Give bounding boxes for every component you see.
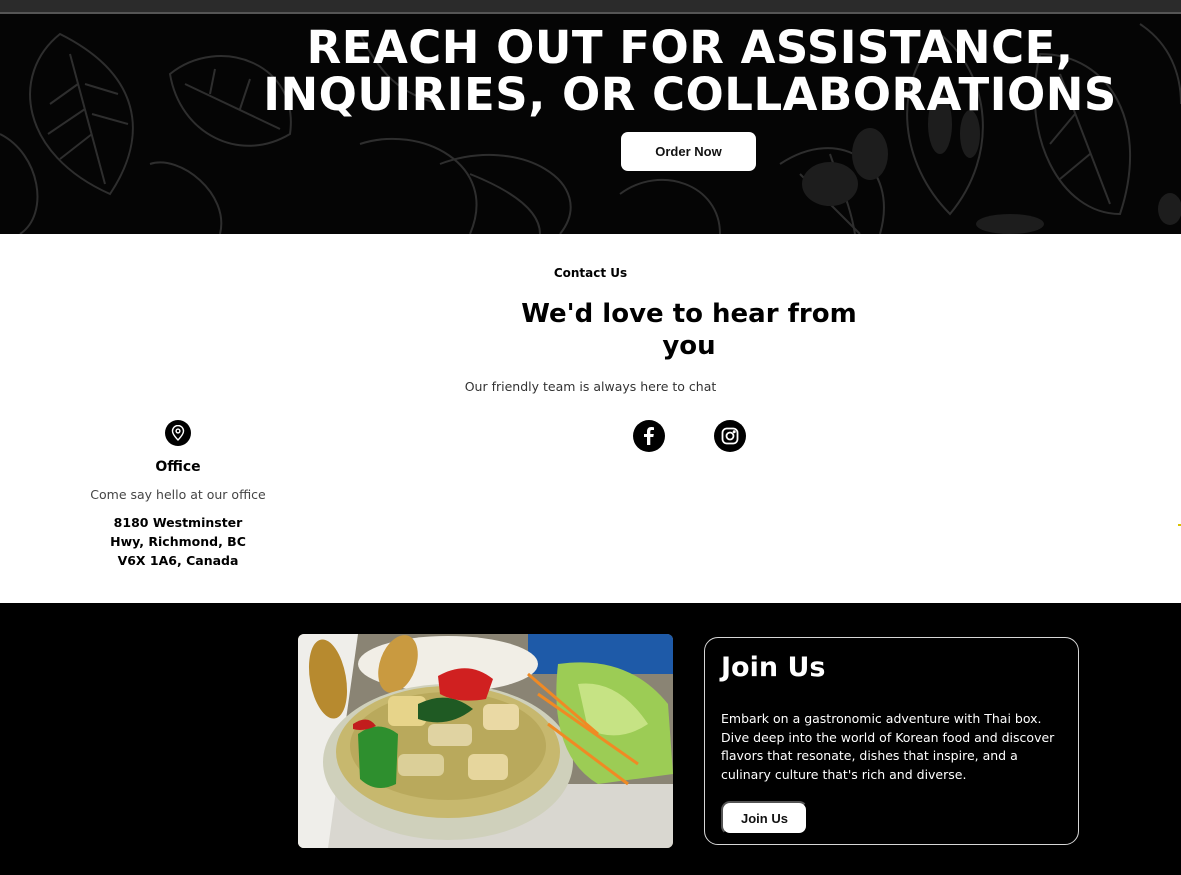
join-us-description: Embark on a gastronomic adventure with T…	[721, 711, 1055, 783]
facebook-link[interactable]	[633, 420, 665, 452]
green-curry-dish-image	[298, 634, 673, 848]
facebook-icon	[644, 427, 654, 445]
office-title: Office	[155, 459, 201, 475]
hero-banner: REACH OUT FOR ASSISTANCE, INQUIRIES, OR …	[0, 14, 1181, 234]
food-photo	[298, 634, 673, 848]
contact-eyebrow: Contact Us	[553, 266, 628, 280]
hero-title-line-2: INQUIRIES, OR COLLABORATIONS	[263, 68, 1117, 121]
contact-section: Contact Us We'd love to hear from you Ou…	[0, 234, 1181, 603]
instagram-link[interactable]	[714, 420, 746, 452]
office-address: 8180 Westminster Hwy, Richmond, BC V6X 1…	[110, 515, 246, 568]
map-pin-icon	[171, 425, 185, 441]
join-us-title: Join Us	[721, 652, 826, 683]
join-us-button[interactable]: Join Us	[721, 801, 808, 835]
instagram-icon	[721, 427, 739, 445]
hero-title: REACH OUT FOR ASSISTANCE, INQUIRIES, OR …	[230, 24, 1150, 118]
contact-heading: We'd love to hear from you	[521, 299, 857, 361]
browser-top-bar	[0, 0, 1181, 14]
order-now-button[interactable]: Order Now	[621, 132, 756, 171]
office-info: Office Come say hello at our office 8180…	[58, 420, 298, 570]
office-pin-badge	[165, 420, 191, 446]
contact-subtitle: Our friendly team is always here to chat	[464, 379, 717, 394]
join-us-card: Join Us Embark on a gastronomic adventur…	[704, 637, 1079, 845]
office-subtitle: Come say hello at our office	[90, 487, 266, 502]
hero-title-line-1: REACH OUT FOR ASSISTANCE,	[306, 21, 1074, 74]
join-section: Join Us Embark on a gastronomic adventur…	[0, 603, 1181, 875]
